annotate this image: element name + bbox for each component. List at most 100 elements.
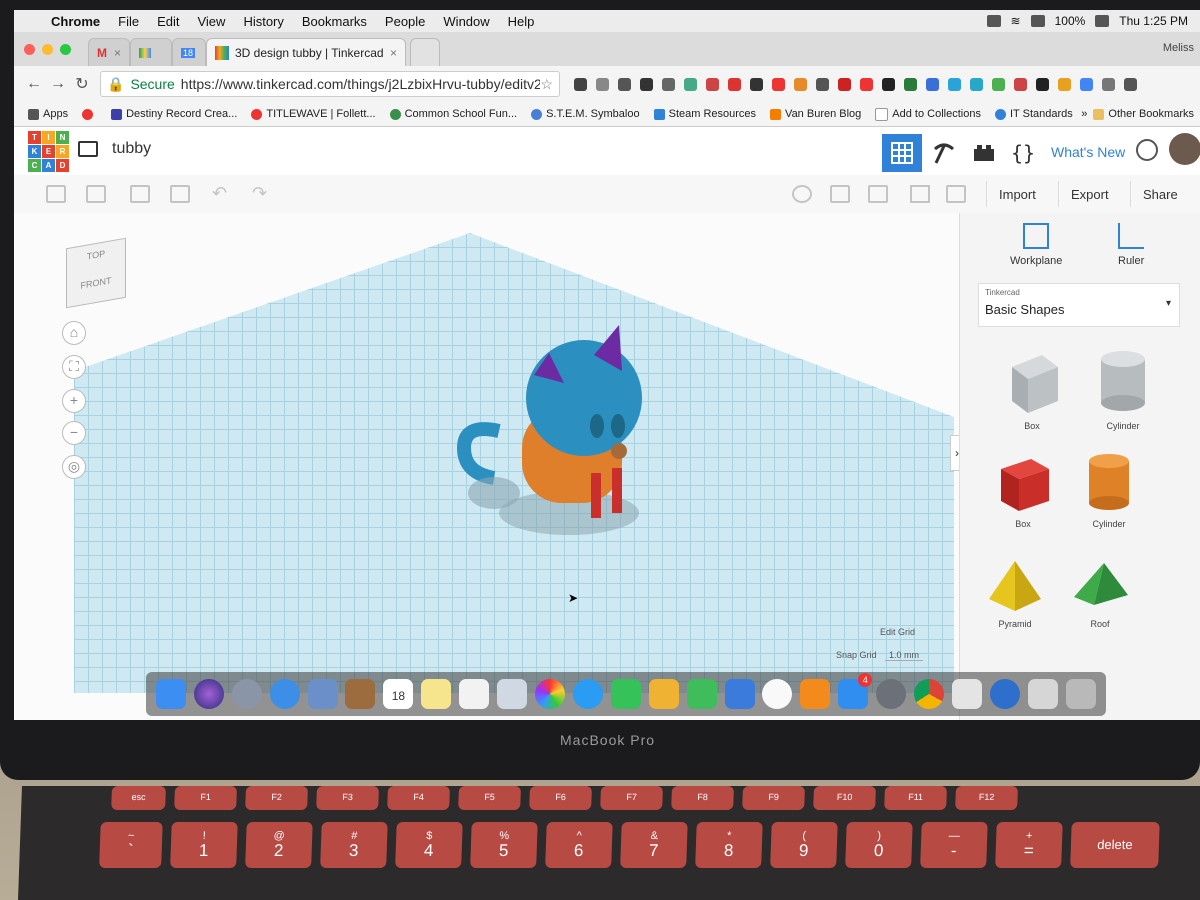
itunes-icon[interactable] — [762, 679, 793, 709]
edit-grid-link[interactable]: Edit Grid — [880, 627, 915, 637]
copy-icon[interactable] — [46, 185, 66, 203]
menu-view[interactable]: View — [188, 14, 234, 29]
key-5[interactable]: % 5 — [470, 822, 538, 868]
key-2[interactable]: @2 — [245, 822, 313, 868]
cat-head[interactable] — [526, 340, 642, 456]
extension-icon[interactable] — [860, 77, 873, 91]
extension-icon[interactable] — [574, 77, 587, 91]
shape-roof[interactable]: Roof — [1055, 559, 1145, 629]
app-store-icon[interactable]: 4 — [838, 673, 873, 709]
paste-icon[interactable] — [86, 185, 106, 203]
close-window-button[interactable] — [24, 44, 35, 55]
extension-icon[interactable] — [794, 77, 807, 91]
bookmark-common-school[interactable]: Common School Fun... — [389, 108, 517, 120]
orthographic-icon[interactable]: ◎ — [62, 455, 86, 479]
fit-view-icon[interactable]: ⛶ — [62, 355, 86, 379]
view-cube-front[interactable]: FRONT — [67, 273, 125, 293]
tinkercad-logo[interactable]: T I N K E R C A D — [28, 131, 69, 172]
key-6[interactable]: ^ 6 — [545, 822, 613, 868]
notes-icon[interactable] — [421, 679, 452, 709]
chrome-icon[interactable] — [914, 679, 945, 709]
key-f6[interactable]: F6 — [529, 786, 592, 810]
finder-icon[interactable] — [155, 679, 186, 709]
extension-icon[interactable] — [970, 77, 983, 91]
reload-icon[interactable]: ↻ — [70, 74, 94, 94]
extension-icon[interactable] — [904, 77, 917, 91]
ungroup-icon[interactable] — [868, 185, 888, 203]
tab-drive[interactable] — [130, 38, 172, 66]
extension-icon[interactable] — [926, 77, 939, 91]
address-bar[interactable]: 🔒 Secure https://www.tinkercad.com/thing… — [100, 71, 560, 97]
duplicate-icon[interactable] — [130, 185, 150, 203]
slack-icon[interactable] — [951, 679, 982, 709]
cat-leg-right[interactable] — [612, 468, 622, 513]
profile-name[interactable]: Meliss — [1163, 42, 1194, 54]
key-8[interactable]: * 8 — [695, 822, 763, 868]
safari-icon[interactable] — [269, 679, 300, 709]
menu-window[interactable]: Window — [434, 14, 498, 29]
status-app-icon[interactable] — [986, 15, 1001, 27]
tab-close-icon[interactable]: × — [114, 46, 121, 60]
tail-hole[interactable] — [468, 477, 520, 509]
extension-icon[interactable] — [882, 77, 895, 91]
tab-calendar[interactable]: 18 — [172, 38, 206, 66]
design-list-icon[interactable] — [78, 141, 98, 157]
key-esc[interactable]: esc — [111, 786, 166, 810]
key-f12[interactable]: F12 — [955, 786, 1018, 810]
extension-icon[interactable] — [662, 77, 675, 91]
cat-nose[interactable] — [611, 443, 627, 459]
codeblocks-view-button[interactable]: {} — [1004, 134, 1044, 172]
extension-icon[interactable] — [772, 77, 785, 91]
back-icon[interactable]: ← — [22, 75, 46, 93]
cat-eye-right[interactable] — [611, 414, 625, 438]
shape-cylinder[interactable]: Cylinder — [1064, 451, 1154, 529]
shape-library-dropdown[interactable]: Tinkercad Basic Shapes ▾ — [978, 283, 1180, 327]
key-f4[interactable]: F4 — [387, 786, 450, 810]
3d-view-button[interactable] — [882, 134, 922, 172]
menu-icon[interactable] — [1124, 77, 1137, 91]
menu-people[interactable]: People — [376, 14, 434, 29]
extension-icon[interactable] — [1058, 77, 1071, 91]
extension-icon[interactable] — [596, 77, 609, 91]
add-user-icon[interactable] — [1136, 139, 1158, 161]
menu-edit[interactable]: Edit — [148, 14, 188, 29]
bookmark-stem-symbaloo[interactable]: S.T.E.M. Symbaloo — [531, 108, 640, 120]
bookmark-destiny[interactable]: Destiny Record Crea... — [111, 108, 237, 120]
reminders-icon[interactable] — [459, 679, 490, 709]
system-preferences-icon[interactable] — [876, 679, 907, 709]
menu-bookmarks[interactable]: Bookmarks — [293, 14, 376, 29]
tab-gmail[interactable]: M × — [88, 38, 130, 66]
key-f10[interactable]: F10 — [813, 786, 876, 810]
group-icon[interactable] — [830, 185, 850, 203]
workplane-tool[interactable]: Workplane — [1010, 223, 1062, 267]
launchpad-icon[interactable] — [231, 679, 262, 709]
battery-icon[interactable] — [1095, 15, 1110, 27]
key-equals[interactable]: + = — [995, 822, 1063, 868]
bookmark-star-icon[interactable]: ☆ — [540, 76, 553, 93]
extension-icon[interactable] — [750, 77, 763, 91]
zoom-in-icon[interactable]: + — [62, 389, 86, 413]
airplay-icon[interactable] — [1030, 15, 1045, 27]
extension-icon[interactable] — [1102, 77, 1115, 91]
contacts-icon[interactable] — [345, 679, 376, 709]
extension-icon[interactable] — [618, 77, 631, 91]
key-7[interactable]: & 7 — [620, 822, 688, 868]
key-0[interactable]: ) 0 — [845, 822, 913, 868]
key-f9[interactable]: F9 — [742, 786, 805, 810]
extension-icon[interactable] — [706, 77, 719, 91]
pages-icon[interactable] — [648, 679, 679, 709]
snap-grid-value[interactable]: 1.0 mm — [885, 650, 924, 661]
bookmark-add-to-collections[interactable]: Add to Collections — [875, 107, 981, 121]
extension-icon[interactable] — [1080, 77, 1093, 91]
messages-icon[interactable] — [572, 679, 603, 709]
undo-icon[interactable]: ↶ — [212, 183, 227, 204]
cat-leg-left[interactable] — [591, 473, 601, 518]
photos-icon[interactable] — [535, 679, 566, 709]
forward-icon[interactable]: → — [46, 75, 70, 93]
view-cube[interactable]: TOP FRONT — [66, 237, 126, 309]
cat-tail[interactable] — [456, 422, 501, 485]
key-minus[interactable]: — - — [920, 822, 988, 868]
key-f7[interactable]: F7 — [600, 786, 663, 810]
avatar[interactable] — [1169, 133, 1200, 165]
cat-model[interactable] — [454, 313, 694, 553]
